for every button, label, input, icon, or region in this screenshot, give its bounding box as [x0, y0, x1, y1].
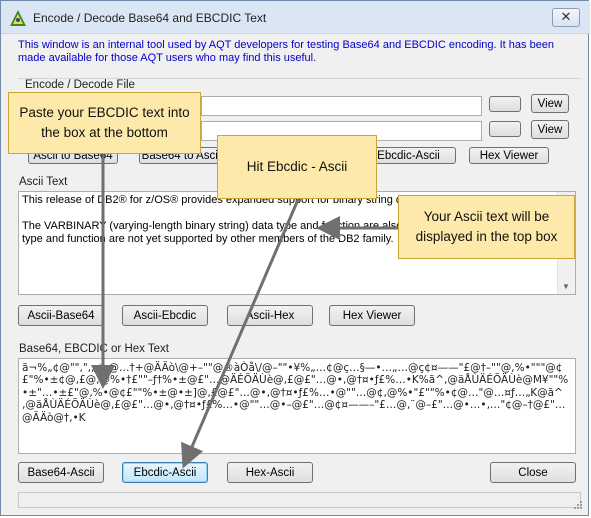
callout-hit-ebcdic-ascii: Hit Ebcdic - Ascii: [217, 135, 377, 199]
callout-ascii-result: Your Ascii text will be displayed in the…: [398, 195, 575, 259]
annotation-arrows: [91, 153, 400, 469]
callout-paste: Paste your EBCDIC text into the box at t…: [8, 92, 201, 154]
arrow-to-ebcdic-ascii: [181, 194, 302, 469]
